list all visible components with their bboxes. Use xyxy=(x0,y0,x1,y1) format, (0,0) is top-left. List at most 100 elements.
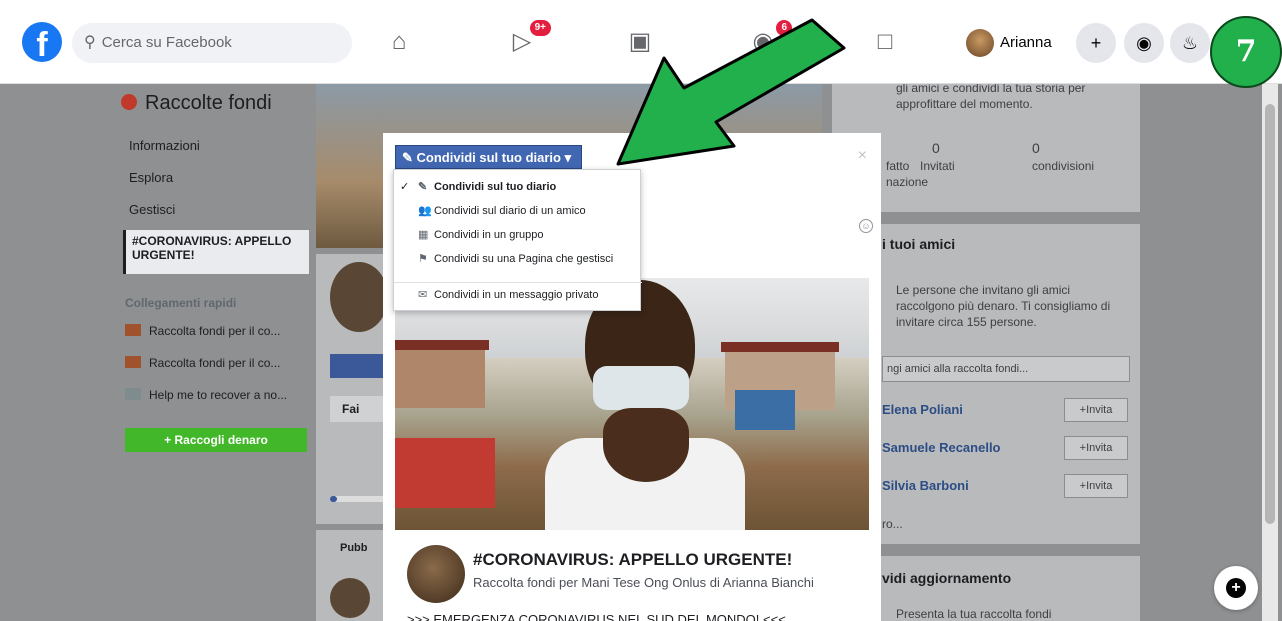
menu-item-share-message[interactable]: ✉ Condividi in un messaggio privato xyxy=(418,288,598,301)
progress-bar xyxy=(330,496,390,502)
menu-item-share-page[interactable]: ⚑ Condividi su una Pagina che gestisci xyxy=(418,252,613,265)
sidebar-item-selected-fundraiser[interactable]: #CORONAVIRUS: APPELLO URGENTE! xyxy=(123,230,309,274)
share-button-background[interactable] xyxy=(330,354,390,378)
story-text: gli amici e condividi la tua storia per … xyxy=(896,81,1086,111)
update-title: vidi aggiornamento xyxy=(882,570,1012,586)
quick-link[interactable]: Raccolta fondi per il co... xyxy=(125,324,280,338)
profile-link[interactable]: Arianna xyxy=(966,25,1052,61)
edit-icon: ✎ xyxy=(418,181,428,193)
avatar xyxy=(330,578,370,618)
scrollbar-thumb[interactable] xyxy=(1265,104,1275,524)
person xyxy=(545,278,745,530)
story-card: gli amici e condividi la tua storia per … xyxy=(832,81,1140,128)
tutorial-arrow-icon xyxy=(616,18,846,166)
roof xyxy=(395,340,489,350)
menu-item-label: Condividi su una Pagina che gestisci xyxy=(434,253,614,265)
notifications-button[interactable]: ♨ xyxy=(1170,23,1210,63)
menu-item-label: Condividi sul diario di un amico xyxy=(434,205,586,217)
stat-label: Invitati xyxy=(920,159,955,173)
bell-icon: ♨ xyxy=(1181,33,1199,53)
quick-link-label: Raccolta fondi per il co... xyxy=(149,324,281,338)
menu-item-label: Condividi in un gruppo xyxy=(434,229,544,241)
action-button-label: Fai xyxy=(342,402,360,416)
action-button[interactable]: Fai xyxy=(330,396,390,422)
watch-icon[interactable]: ▷ 9+ xyxy=(505,20,551,58)
user-name: Arianna xyxy=(1000,34,1052,51)
add-friends-input[interactable]: ngi amici alla raccolta fondi... xyxy=(882,356,1130,382)
share-destination-select[interactable]: ✎ Condividi sul tuo diario ▾ xyxy=(395,145,583,169)
invite-button[interactable]: +Invita xyxy=(1064,436,1128,460)
flag-icon: ⚑ xyxy=(418,253,428,265)
avatar xyxy=(966,29,994,58)
watch-badge: 9+ xyxy=(529,20,551,36)
menu-divider xyxy=(394,282,642,283)
page-scrollbar[interactable] xyxy=(1262,84,1278,621)
edit-icon: ✎ xyxy=(402,150,413,165)
home-icon[interactable]: ⌂ xyxy=(382,26,416,58)
post-title[interactable]: #CORONAVIRUS: APPELLO URGENTE! xyxy=(473,550,792,570)
building xyxy=(395,348,485,408)
thumbnail-icon xyxy=(125,388,141,400)
quick-link[interactable]: Raccolta fondi per il co... xyxy=(125,356,280,370)
plus-icon: + xyxy=(1090,33,1102,53)
sidebar-item-informazioni[interactable]: Informazioni xyxy=(129,138,200,153)
face-mask xyxy=(593,366,689,410)
invite-title: i tuoi amici xyxy=(882,236,956,252)
share-destination-menu: ✓ ✎ Condividi sul tuo diario 👥 Condividi s… xyxy=(393,169,642,311)
update-text: Presenta la tua raccolta fondi xyxy=(896,607,1052,621)
invite-button[interactable]: +Invita xyxy=(1064,474,1128,498)
fundraiser-icon xyxy=(121,94,137,110)
post-subtitle: Raccolta fondi per Mani Tese Ong Onlus d… xyxy=(473,575,814,590)
progress-fill xyxy=(330,496,338,502)
thumbnail-icon xyxy=(125,356,141,368)
menu-item-label: Condividi sul tuo diario xyxy=(434,181,557,193)
create-button[interactable]: + xyxy=(1076,23,1116,63)
quick-link-label: Help me to recover a no... xyxy=(149,388,288,402)
close-icon[interactable]: × xyxy=(858,147,867,165)
plus-icon: + xyxy=(1226,578,1246,598)
sidebar-item-esplora[interactable]: Esplora xyxy=(129,170,173,185)
search-placeholder: Cerca su Facebook xyxy=(101,34,232,51)
share-destination-label: Condividi sul tuo diario xyxy=(416,150,561,165)
messenger-button[interactable]: ◉ xyxy=(1124,23,1164,63)
left-sidebar: Raccolte fondi Informazioni Esplora Gest… xyxy=(105,84,315,621)
sidebar-item-gestisci[interactable]: Gestisci xyxy=(129,202,175,217)
friend-name[interactable]: Elena Poliani xyxy=(882,402,963,417)
group-icon: ▦ xyxy=(418,229,429,241)
message-icon: ✉ xyxy=(418,289,428,301)
invite-button[interactable]: +Invita xyxy=(1064,398,1128,422)
friend-name[interactable]: Silvia Barboni xyxy=(882,478,969,493)
invite-text: Le persone che invitano gli amici raccol… xyxy=(896,283,1111,329)
stat-label-partial: nazione xyxy=(886,175,929,189)
quick-link[interactable]: Help me to recover a no... xyxy=(125,388,287,402)
menu-item-share-friend[interactable]: 👥 Condividi sul diario di un amico xyxy=(418,204,586,217)
check-icon: ✓ xyxy=(400,181,410,193)
menu-item-label: Condividi in un messaggio privato xyxy=(434,289,599,301)
publish-tab[interactable]: Pubb xyxy=(340,542,368,554)
sidebar-title: Raccolte fondi xyxy=(121,92,272,115)
raise-money-button[interactable]: + Raccogli denaro xyxy=(125,428,307,452)
friends-icon: 👥 xyxy=(418,205,432,217)
invite-button-label: Invita xyxy=(1086,404,1113,416)
quick-link-label: Raccolta fondi per il co... xyxy=(149,356,281,370)
thumbnail-icon xyxy=(125,324,141,336)
invite-button-label: Invita xyxy=(1086,480,1113,492)
stat-value: 0 xyxy=(1032,140,1040,156)
stat-label: condivisioni xyxy=(1032,159,1095,173)
menu-item-share-group[interactable]: ▦ Condividi in un gruppo xyxy=(418,228,543,241)
sidebar-title-text: Raccolte fondi xyxy=(145,92,272,114)
stat-value: 0 xyxy=(932,140,940,156)
emoji-icon[interactable]: ☺ xyxy=(859,219,873,233)
search-input[interactable]: ⚲ Cerca su Facebook xyxy=(72,23,352,63)
new-message-button[interactable]: + xyxy=(1214,566,1258,610)
gaming-icon[interactable]: □ xyxy=(868,26,902,58)
messenger-icon: ◉ xyxy=(1136,33,1152,53)
facebook-logo[interactable]: f xyxy=(22,22,62,62)
step-number-badge: 7 xyxy=(1210,16,1282,88)
friend-name[interactable]: Samuele Recanello xyxy=(882,440,1001,455)
see-more-link[interactable]: ro... xyxy=(882,516,903,532)
post-body: >>> EMERGENZA CORONAVIRUS NEL SUD DEL MO… xyxy=(407,612,786,621)
invite-button-label: Invita xyxy=(1086,442,1113,454)
post-avatar xyxy=(407,545,465,603)
menu-item-share-timeline[interactable]: ✎ Condividi sul tuo diario xyxy=(418,180,556,193)
